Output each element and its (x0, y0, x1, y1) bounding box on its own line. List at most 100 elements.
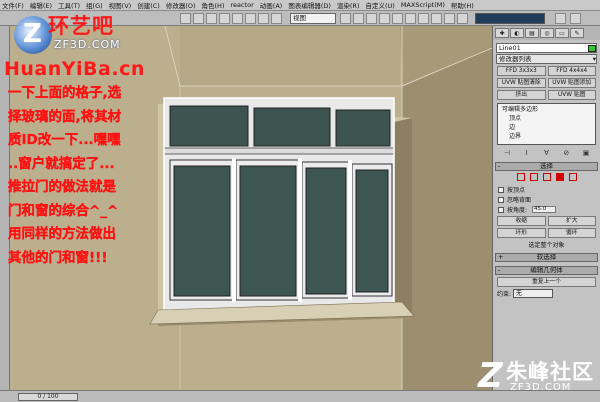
tutorial-line: 一下上面的格子,选 (8, 85, 122, 101)
menu-graph-editors[interactable]: 图表编辑器(D) (288, 0, 331, 10)
tutorial-line: 择玻璃的面,将其材 (8, 108, 122, 125)
modifier-stack: 可编辑多边形 顶点 边 边界 (497, 103, 596, 145)
edit-geometry-title: 编辑几何体 (530, 266, 563, 274)
show-end-result-icon[interactable]: Ⅰ (522, 148, 532, 157)
tutorial-line: 质ID改一下...嘿嘿 (8, 132, 121, 148)
reference-coord-select[interactable]: 视图 (290, 13, 336, 24)
move-icon[interactable] (245, 13, 256, 24)
unlink-icon[interactable] (219, 13, 230, 24)
select-icon[interactable] (232, 13, 243, 24)
uvw-map-button[interactable]: UVW 贴图 (547, 90, 596, 100)
menu-group[interactable]: 组(G) (86, 0, 103, 10)
stack-tools: ⊣ Ⅰ ∀ ⊘ ▣ (497, 148, 596, 158)
percent-snap-icon[interactable] (379, 13, 390, 24)
vertex-level-icon[interactable] (516, 173, 525, 181)
tutorial-text: 一下上面的格子,选 择玻璃的面,将其材 质ID改一下...嘿嘿 ..窗户就搞定了… (8, 82, 158, 270)
angle-snap-icon[interactable] (366, 13, 377, 24)
stack-item-editable-poly[interactable]: 可编辑多边形 (499, 105, 594, 114)
soft-selection-rollout[interactable]: + 软选择 (495, 253, 598, 262)
scale-icon[interactable] (271, 13, 282, 24)
menu-file[interactable]: 文件(F) (2, 0, 24, 10)
edit-geometry-rollout[interactable]: - 编辑几何体 (495, 266, 598, 275)
configure-sets-icon[interactable]: ▣ (581, 148, 591, 157)
pivot-icon[interactable] (340, 13, 351, 24)
soft-selection-title: 软选择 (536, 253, 557, 261)
menu-create[interactable]: 创建(C) (137, 0, 160, 10)
ffd-4x4x4-button[interactable]: FFD 4x4x4 (547, 66, 596, 76)
logo-swirl-icon (14, 16, 52, 54)
render-teapot-icon[interactable] (570, 13, 581, 24)
rotate-icon[interactable] (258, 13, 269, 24)
render-icon[interactable] (457, 13, 468, 24)
by-vertex-label: 按顶点 (507, 187, 526, 194)
selection-rollout[interactable]: - 选择 (495, 162, 598, 171)
menu-help[interactable]: 帮助(H) (451, 0, 474, 10)
layer-icon[interactable] (418, 13, 429, 24)
repeat-last-button[interactable]: 重复上一个 (497, 277, 596, 287)
remove-modifier-icon[interactable]: ⊘ (561, 148, 571, 157)
site-logo: 环艺吧 ZF3D.COM (14, 10, 174, 58)
menu-animation[interactable]: 动画(A) (260, 0, 283, 10)
polygon-level-icon[interactable] (555, 173, 564, 181)
snap-icon[interactable] (353, 13, 364, 24)
menu-maxscript[interactable]: MAXScript(M) (401, 1, 445, 9)
grow-button[interactable]: 扩大 (547, 216, 596, 226)
by-vertex-checkbox[interactable]: 按顶点 (498, 185, 595, 194)
loop-button[interactable]: 循环 (547, 228, 596, 238)
menu-tools[interactable]: 工具(T) (58, 0, 80, 10)
stack-item-border[interactable]: 边界 (499, 132, 594, 141)
stack-item-edge[interactable]: 边 (499, 123, 594, 132)
make-unique-icon[interactable]: ∀ (541, 148, 551, 157)
angle-spinner[interactable]: 45.0 (532, 206, 557, 213)
modify-tab-icon[interactable]: ◐ (510, 28, 524, 38)
quick-render-icon[interactable] (555, 13, 566, 24)
constraint-label: 约束: (497, 291, 512, 298)
display-tab-icon[interactable]: ▭ (555, 28, 569, 38)
named-selection-set[interactable] (475, 13, 545, 24)
tutorial-line: 推拉门的做法就是 (8, 179, 116, 195)
time-slider[interactable]: 0 / 100 (18, 393, 78, 401)
stack-item-vertex[interactable]: 顶点 (499, 114, 594, 123)
selection-status-text: 选定整个对象 (528, 242, 565, 249)
modifier-list-dropdown[interactable]: 修改器列表 ▾ (496, 54, 597, 64)
redo-icon[interactable] (193, 13, 204, 24)
element-level-icon[interactable] (568, 173, 577, 181)
constraint-dropdown[interactable]: 无 (513, 289, 554, 298)
menu-views[interactable]: 视图(V) (109, 0, 132, 10)
object-color-swatch[interactable] (588, 44, 596, 52)
mirror-icon[interactable] (392, 13, 403, 24)
extrude-button[interactable]: 挤出 (497, 90, 546, 100)
menu-modifiers[interactable]: 修改器(O) (166, 0, 196, 10)
border-level-icon[interactable] (542, 173, 551, 181)
ignore-backface-checkbox[interactable]: 忽略背面 (498, 195, 595, 204)
utilities-tab-icon[interactable]: ✎ (570, 28, 584, 38)
undo-icon[interactable] (180, 13, 191, 24)
logo-chinese-text: 环艺吧 (48, 14, 114, 38)
ring-button[interactable]: 环形 (497, 228, 546, 238)
link-icon[interactable] (206, 13, 217, 24)
motion-tab-icon[interactable]: ◎ (540, 28, 554, 38)
material-editor-icon[interactable] (444, 13, 455, 24)
menu-reactor[interactable]: reactor (230, 1, 253, 9)
menu-rendering[interactable]: 渲染(R) (337, 0, 360, 10)
align-icon[interactable] (405, 13, 416, 24)
menu-edit[interactable]: 编辑(E) (30, 0, 52, 10)
edge-level-icon[interactable] (529, 173, 538, 181)
collapse-icon: - (498, 162, 501, 170)
curve-editor-icon[interactable] (431, 13, 442, 24)
pin-stack-icon[interactable]: ⊣ (502, 148, 512, 157)
by-angle-checkbox[interactable]: 按角度: 45.0 (498, 205, 595, 214)
by-angle-label: 按角度: (507, 207, 528, 214)
tutorial-line: 用同样的方法做出 (8, 226, 116, 242)
ffd-3x3x3-button[interactable]: FFD 3x3x3 (497, 66, 546, 76)
menu-customize[interactable]: 自定义(U) (365, 0, 394, 10)
command-panel: ✚ ◐ ▤ ◎ ▭ ✎ Line01 修改器列表 ▾ FFD 3x3x3 FFD… (492, 26, 600, 390)
uvw-add-button[interactable]: UVW 贴图添加 (547, 78, 596, 88)
hierarchy-tab-icon[interactable]: ▤ (525, 28, 539, 38)
collapse-icon: - (498, 266, 501, 274)
menu-character[interactable]: 角色(H) (202, 0, 225, 10)
uvw-clear-button[interactable]: UVW 贴图清除 (497, 78, 546, 88)
object-name-field[interactable]: Line01 (496, 43, 597, 53)
create-tab-icon[interactable]: ✚ (495, 28, 509, 38)
shrink-button[interactable]: 收缩 (497, 216, 546, 226)
